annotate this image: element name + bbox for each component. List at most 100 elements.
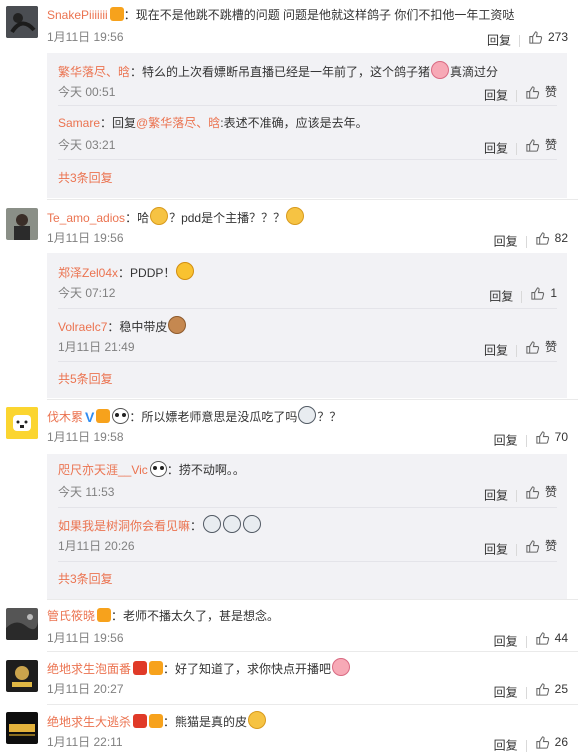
comment-actions: 回复 25 [494, 680, 568, 700]
reply-button[interactable]: 回复 [494, 635, 518, 649]
comment-item: Te_amo_adios：哈 ？pdd是个主播？？？ 1月11日 19:56 回复… [0, 200, 578, 400]
timestamp: 今天 07:12 [58, 286, 116, 300]
timestamp: 1月11日 19:56 [47, 631, 124, 645]
avatar[interactable] [6, 608, 38, 640]
mention-link[interactable]: @繁华落尽、晗 [136, 116, 220, 130]
vip-badge-icon [109, 7, 124, 21]
like-button[interactable]: 赞 [525, 537, 557, 555]
husky-emoji-icon [223, 515, 242, 533]
view-more-replies-link[interactable]: 共5条回复 [58, 370, 113, 388]
vip-badge-icon [96, 409, 111, 423]
comment-item: 伐木累 V ：所以嫖老师意思是没瓜吃了吗 ？？ 1月11日 19:58 回复 70 咫尺… [0, 400, 578, 600]
username-link[interactable]: SnakePiiiiiii [47, 8, 108, 22]
thumbs-up-icon [526, 340, 540, 354]
like-button[interactable]: 赞 [525, 136, 557, 154]
reply-list: 繁华落尽、晗：特么的上次看嫖断吊直播已经是一年前了，这个鸽子猪 真滴过分 今天 0… [47, 53, 567, 198]
like-button[interactable]: 赞 [525, 83, 557, 101]
like-count: 70 [554, 430, 568, 444]
reply-item: Volraelc7：稳中带皮 1月11日 21:49 回复 赞 [47, 316, 567, 361]
view-more-replies-link[interactable]: 共3条回复 [58, 169, 113, 187]
like-label: 赞 [544, 485, 557, 499]
divider [521, 291, 523, 304]
username-link[interactable]: 如果我是树洞你会看见嘛 [58, 519, 190, 533]
thumbs-up-icon [536, 231, 549, 245]
vip-badge-icon [149, 661, 164, 675]
reply-button[interactable]: 回复 [494, 434, 518, 448]
avatar[interactable] [6, 660, 38, 692]
like-button[interactable]: 1 [530, 284, 557, 302]
username-link[interactable]: Samare [58, 116, 100, 130]
dog-emoji-icon [168, 316, 187, 334]
like-label: 赞 [544, 340, 557, 354]
verified-v-icon: V [85, 409, 95, 425]
vip-badge-icon [97, 608, 112, 622]
reply-actions: 回复 赞 [484, 136, 557, 158]
reply-button[interactable]: 回复 [484, 89, 508, 103]
reply-button[interactable]: 回复 [484, 543, 508, 557]
thumbs-up-icon [526, 138, 540, 152]
timestamp: 今天 03:21 [58, 138, 116, 152]
comment-line: 绝地求生大逃杀 ：熊猫是真的皮 [47, 711, 568, 731]
reply-button[interactable]: 回复 [487, 34, 511, 48]
reply-button[interactable]: 回复 [489, 290, 513, 304]
reply-actions: 回复 赞 [484, 83, 557, 105]
reply-button[interactable]: 回复 [494, 686, 518, 700]
username-link[interactable]: 绝地求生大逃杀 [47, 715, 131, 729]
like-count: 26 [554, 735, 568, 749]
reply-button[interactable]: 回复 [484, 489, 508, 503]
username-link[interactable]: Volraelc7 [58, 320, 107, 334]
avatar[interactable] [6, 407, 38, 439]
username-link[interactable]: 绝地求生泡面番 [47, 662, 131, 676]
divider [58, 159, 557, 160]
like-label: 赞 [544, 138, 557, 152]
comment-text: ？？ [317, 410, 342, 424]
reply-text: ： [190, 519, 203, 533]
thumbs-up-icon [536, 735, 549, 749]
divider [58, 361, 557, 362]
like-button[interactable]: 赞 [525, 338, 557, 356]
username-link[interactable]: Te_amo_adios [47, 211, 125, 225]
timestamp: 今天 11:53 [58, 485, 115, 499]
comment-text: ：现在不是他跳不跳槽的问题 问题是他就这样鸽子 你们不扣他一年工资哒 [123, 8, 515, 22]
reply-line: 繁华落尽、晗：特么的上次看嫖断吊直播已经是一年前了，这个鸽子猪 真滴过分 [58, 61, 498, 81]
username-link[interactable]: 繁华落尽、晗 [58, 65, 130, 79]
like-button[interactable]: 赞 [525, 483, 557, 501]
like-button[interactable]: 273 [528, 28, 568, 46]
avatar[interactable] [6, 208, 38, 240]
view-more-replies-link[interactable]: 共3条回复 [58, 570, 113, 588]
reply-text: :表述不准确，应该是去年。 [220, 116, 368, 130]
comment-line: Te_amo_adios：哈 ？pdd是个主播？？？ [47, 207, 568, 227]
reply-button[interactable]: 回复 [484, 142, 508, 156]
like-button[interactable]: 70 [535, 428, 568, 446]
cat-emoji-icon [248, 711, 267, 729]
cat-emoji-icon [150, 207, 169, 225]
divider [525, 435, 527, 448]
reply-line: Volraelc7：稳中带皮 [58, 316, 187, 336]
reply-button[interactable]: 回复 [484, 344, 508, 358]
timestamp: 1月11日 19:56 [47, 231, 124, 245]
username-link[interactable]: 管氏筱晓 [47, 609, 95, 623]
username-link[interactable]: 郑泽Zel04x [58, 266, 118, 280]
comment-line: SnakePiiiiiii ：现在不是他跳不跳槽的问题 问题是他就这样鸽子 你们不… [47, 6, 568, 24]
thumbs-up-icon [536, 631, 549, 645]
vip-badge-icon [149, 714, 164, 728]
pig-emoji-icon [431, 61, 450, 79]
username-link[interactable]: 伐木累 [47, 410, 83, 424]
reply-button[interactable]: 回复 [494, 235, 518, 249]
husky-emoji-icon [298, 406, 317, 424]
reply-button[interactable]: 回复 [494, 739, 518, 753]
avatar[interactable] [6, 6, 38, 38]
like-label: 赞 [544, 85, 557, 99]
username-link[interactable]: 咫尺亦天涯__Vic [58, 463, 148, 477]
husky-emoji-icon [243, 515, 262, 533]
thumbs-up-icon [536, 682, 549, 696]
like-button[interactable]: 44 [535, 629, 568, 647]
divider [58, 308, 557, 309]
reply-item: 郑泽Zel04x：PDDP！ 今天 07:12 回复 1 [47, 262, 567, 307]
like-button[interactable]: 25 [535, 680, 568, 698]
avatar[interactable] [6, 712, 38, 744]
reply-item: 繁华落尽、晗：特么的上次看嫖断吊直播已经是一年前了，这个鸽子猪 真滴过分 今天 0… [47, 61, 567, 106]
timestamp: 1月11日 21:49 [58, 340, 135, 354]
like-button[interactable]: 26 [535, 733, 568, 751]
like-button[interactable]: 82 [535, 229, 568, 247]
